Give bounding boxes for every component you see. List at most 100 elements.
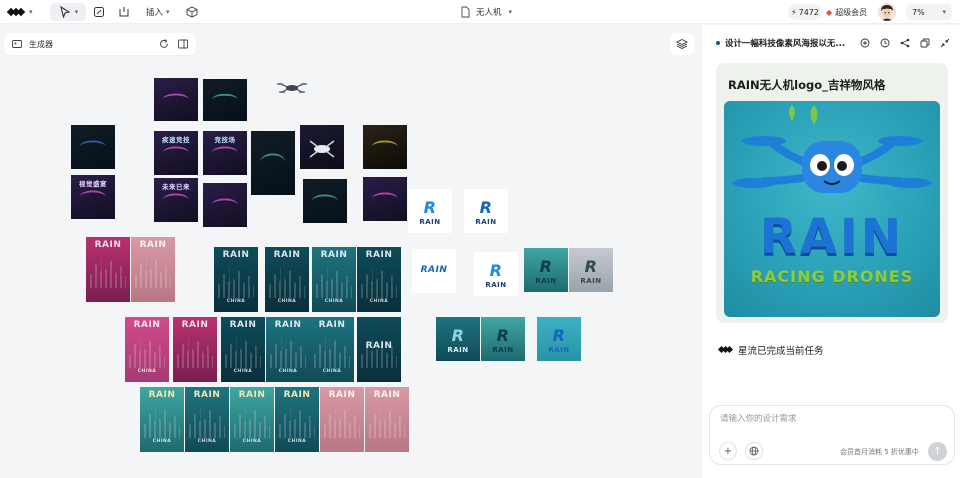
canvas-image[interactable] bbox=[71, 125, 115, 169]
canvas-image[interactable]: 竞技场 bbox=[203, 131, 247, 175]
canvas-image[interactable] bbox=[276, 79, 308, 95]
share-icon[interactable] bbox=[898, 37, 911, 50]
design-request-input[interactable] bbox=[720, 414, 920, 424]
poster-image[interactable]: RAIN CHINA bbox=[265, 247, 309, 312]
logo-tile[interactable]: R RAIN bbox=[569, 248, 613, 292]
poster-image[interactable]: RAIN CHINA bbox=[125, 317, 169, 382]
poster-image[interactable]: RAIN bbox=[320, 387, 364, 452]
document-title-text: 无人机 bbox=[476, 8, 502, 18]
generator-icon bbox=[10, 37, 24, 51]
canvas-image[interactable] bbox=[203, 79, 247, 121]
chat-panel: 设计一幅科技像素风海报以无... RAIN无人机logo_吉祥物风格 RAIN … bbox=[701, 25, 960, 478]
logo-tile[interactable]: R RAIN bbox=[524, 248, 568, 292]
vip-button[interactable]: ◆ 超级会员 bbox=[826, 4, 867, 20]
app-logo-menu[interactable]: ▾ bbox=[6, 0, 38, 24]
chevron-down-icon: ▾ bbox=[942, 8, 946, 16]
document-icon bbox=[458, 5, 472, 19]
task-complete-text: 星流已完成当前任务 bbox=[738, 346, 824, 357]
status-dot bbox=[716, 41, 720, 45]
add-attachment-button[interactable]: + bbox=[719, 442, 737, 460]
poster-image[interactable]: RAIN bbox=[357, 317, 401, 382]
chat-header: 设计一幅科技像素风海报以无... bbox=[702, 25, 960, 61]
canvas-image[interactable]: 未来已来 bbox=[154, 178, 198, 222]
top-bar: ▾ ▾ 插入 ▾ 无人机 ▾ ⚡ 7472 ◆ 超级会员 7% ▾ bbox=[0, 0, 960, 24]
plus-icon: + bbox=[723, 445, 733, 457]
poster-image[interactable]: RAIN bbox=[173, 317, 217, 382]
image-main-text: RAIN bbox=[759, 209, 905, 265]
logo-tile[interactable]: R RAIN bbox=[408, 189, 452, 233]
logo-tile[interactable]: R RAIN bbox=[537, 317, 581, 361]
canvas-image[interactable] bbox=[303, 179, 347, 223]
poster-image[interactable]: RAIN bbox=[86, 237, 130, 302]
canvas-image[interactable] bbox=[300, 125, 344, 169]
canvas-image[interactable]: 视觉盛宴 bbox=[71, 175, 115, 219]
logo-tile[interactable]: R RAIN bbox=[474, 252, 518, 296]
diamond-logo-icon bbox=[6, 7, 26, 17]
canvas-image[interactable] bbox=[363, 177, 407, 221]
result-card[interactable]: RAIN无人机logo_吉祥物风格 RAIN RACING DRONES bbox=[716, 63, 948, 323]
poster-image[interactable]: RAIN CHINA bbox=[312, 247, 356, 312]
poster-image[interactable]: RAIN CHINA bbox=[275, 387, 319, 452]
web-search-button[interactable] bbox=[745, 442, 763, 460]
zoom-control[interactable]: 7% ▾ bbox=[906, 4, 952, 20]
send-button[interactable]: ↑ bbox=[928, 442, 947, 461]
document-title[interactable]: 无人机 ▾ bbox=[458, 0, 512, 24]
logo-tile[interactable]: R RAIN bbox=[436, 317, 480, 361]
poster-image[interactable]: RAIN CHINA bbox=[310, 317, 354, 382]
avatar[interactable] bbox=[878, 3, 896, 21]
vip-label: 超级会员 bbox=[835, 7, 868, 17]
task-complete-message: 星流已完成当前任务 bbox=[717, 343, 824, 357]
poster-image[interactable]: RAIN CHINA bbox=[221, 317, 265, 382]
poster-image[interactable]: RAIN CHINA bbox=[140, 387, 184, 452]
layers-button[interactable] bbox=[670, 33, 694, 55]
diamond-logo-icon bbox=[717, 345, 734, 355]
logo-tile[interactable]: R RAIN bbox=[464, 189, 508, 233]
insert-menu[interactable]: 插入 ▾ bbox=[146, 0, 170, 24]
history-icon[interactable] bbox=[878, 37, 891, 50]
layers-icon bbox=[675, 37, 689, 51]
poster-image[interactable]: RAIN CHINA bbox=[266, 317, 310, 382]
avatar-face-icon bbox=[878, 3, 896, 21]
chevron-down-icon: ▾ bbox=[166, 8, 170, 16]
vip-diamond-icon: ◆ bbox=[826, 7, 833, 17]
chevron-down-icon: ▾ bbox=[29, 8, 33, 16]
poster-image[interactable]: RAIN CHINA bbox=[185, 387, 229, 452]
edit-tool-button[interactable] bbox=[92, 0, 106, 24]
canvas-image[interactable] bbox=[251, 131, 295, 195]
canvas-image[interactable]: 疾速竞技 bbox=[154, 131, 198, 175]
refresh-icon[interactable] bbox=[157, 37, 171, 51]
drone-icon bbox=[309, 140, 335, 158]
canvas-image[interactable] bbox=[154, 78, 198, 121]
poster-image[interactable]: RAIN bbox=[365, 387, 409, 452]
poster-image[interactable]: RAIN CHINA bbox=[214, 247, 258, 312]
poster-image[interactable]: RAIN CHINA bbox=[230, 387, 274, 452]
canvas-image[interactable] bbox=[363, 125, 407, 169]
new-chat-icon[interactable] bbox=[858, 37, 871, 50]
card-title: RAIN无人机logo_吉祥物风格 bbox=[728, 78, 886, 92]
panel-toggle-icon[interactable] bbox=[176, 37, 190, 51]
generator-label: 生成器 bbox=[29, 39, 53, 49]
logo-tile[interactable]: RAIN bbox=[412, 249, 456, 293]
generator-panel[interactable]: 生成器 bbox=[4, 33, 196, 55]
copy-icon[interactable] bbox=[918, 37, 931, 50]
poster-image[interactable]: RAIN CHINA bbox=[357, 247, 401, 312]
edit-icon bbox=[92, 5, 106, 19]
frame-icon bbox=[117, 5, 131, 19]
canvas-image[interactable] bbox=[203, 183, 247, 227]
globe-icon bbox=[749, 446, 759, 456]
design-canvas[interactable]: 生成器 疾速竞技 竞技场 视觉盛宴 未来已来 R RAIN R RAIN RAI… bbox=[0, 25, 701, 478]
logo-tile[interactable]: R RAIN bbox=[481, 317, 525, 361]
frame-tool-button[interactable] bbox=[117, 0, 131, 24]
cube-icon bbox=[185, 5, 199, 19]
credits-count: 7472 bbox=[798, 7, 819, 17]
poster-image[interactable]: RAIN bbox=[131, 237, 175, 302]
3d-tool-button[interactable] bbox=[185, 0, 199, 24]
chat-input-box: + 会员首月消耗 5 折优惠中 ↑ bbox=[709, 405, 955, 465]
credits-badge[interactable]: ⚡ 7472 bbox=[788, 4, 822, 20]
collapse-icon[interactable] bbox=[938, 37, 951, 50]
select-tool-button[interactable]: ▾ bbox=[50, 3, 86, 21]
mascot-drone-icon bbox=[732, 105, 932, 193]
lightning-icon: ⚡ bbox=[791, 7, 797, 17]
result-image[interactable]: RAIN RACING DRONES bbox=[724, 101, 940, 317]
chat-title[interactable]: 设计一幅科技像素风海报以无... bbox=[725, 37, 850, 49]
